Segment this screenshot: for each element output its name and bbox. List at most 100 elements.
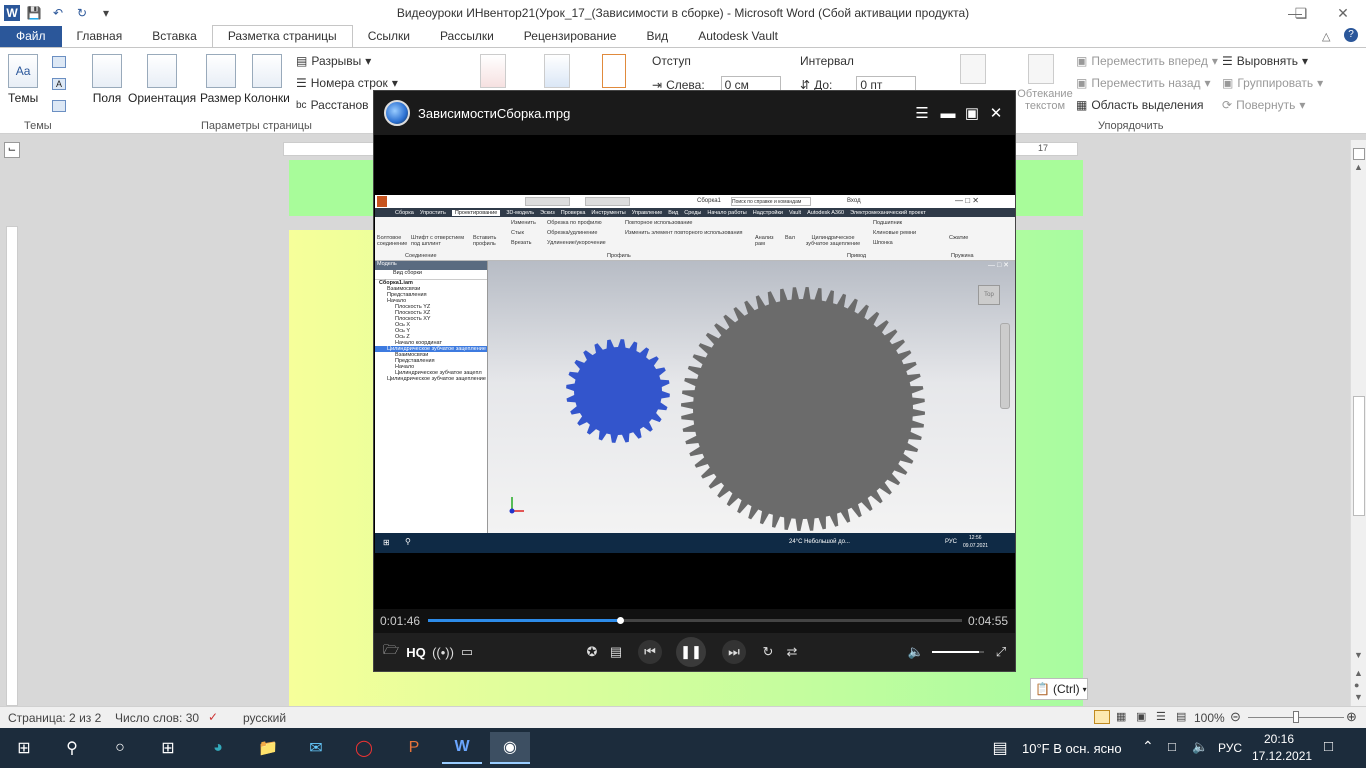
page-borders-icon[interactable]	[602, 54, 626, 88]
mail-icon[interactable]: ✉	[296, 732, 336, 764]
group-button[interactable]: ▣ Группировать ▾	[1222, 76, 1323, 90]
watermark-icon[interactable]	[480, 54, 506, 88]
theme-fonts-icon[interactable]: A	[52, 78, 66, 90]
clock-time[interactable]: 20:16	[1264, 732, 1294, 746]
breaks-button[interactable]: ▤ Разрывы ▾	[296, 54, 371, 68]
spellcheck-icon[interactable]: ✓	[208, 710, 218, 724]
tab-insert[interactable]: Вставка	[137, 26, 212, 47]
web-layout-icon[interactable]: ▣	[1136, 710, 1146, 723]
volume-icon[interactable]: 🔈	[906, 641, 926, 663]
volume-tray-icon[interactable]: 🔈	[1192, 739, 1208, 755]
vertical-scrollbar[interactable]: ▲ ▼ ▲ ● ▼	[1350, 140, 1366, 706]
edge-icon[interactable]: ◕	[198, 732, 238, 764]
bring-forward-button[interactable]: ▣ Переместить вперед ▾	[1076, 54, 1218, 68]
start-icon[interactable]: ⊞	[4, 732, 44, 764]
ruler-toggle-icon[interactable]	[1353, 148, 1365, 160]
shuffle-icon[interactable]: ⇄	[782, 641, 802, 663]
news-icon[interactable]: ▤	[986, 732, 1014, 764]
cortana-icon[interactable]: ○	[100, 732, 140, 764]
previous-button[interactable]: ⏮	[638, 640, 662, 664]
word-taskbar-icon[interactable]: W	[442, 732, 482, 764]
player-maximize-button[interactable]: ▣	[960, 101, 984, 125]
send-backward-button[interactable]: ▣ Переместить назад ▾	[1076, 76, 1211, 90]
tab-page-layout[interactable]: Разметка страницы	[211, 25, 353, 47]
tab-autodesk-vault[interactable]: Autodesk Vault	[683, 26, 793, 47]
columns-button[interactable]: Колонки	[244, 54, 290, 105]
zoom-level[interactable]: 100%	[1194, 711, 1225, 725]
rotate-button[interactable]: ⟳ Повернуть ▾	[1222, 98, 1305, 112]
collapse-ribbon-icon[interactable]: △	[1322, 30, 1330, 43]
file-explorer-icon[interactable]: 📁	[248, 732, 288, 764]
size-button[interactable]: Размер	[200, 54, 241, 105]
next-button[interactable]: ⏭	[722, 640, 746, 664]
outline-icon[interactable]: ☰	[1156, 710, 1166, 723]
seek-handle[interactable]	[617, 617, 625, 624]
tab-mailings[interactable]: Рассылки	[425, 26, 509, 47]
tab-view[interactable]: Вид	[631, 26, 683, 47]
fullscreen-icon[interactable]: ⤢	[992, 641, 1010, 663]
opera-icon[interactable]: ◯	[344, 732, 384, 764]
video-player-window[interactable]: ЗависимостиСборка.mpg ☰ ▬ ▣ ✕ Сборка1 По…	[373, 90, 1016, 672]
tab-file[interactable]: Файл	[0, 26, 62, 47]
margins-button[interactable]: Поля	[92, 54, 122, 105]
input-language[interactable]: РУС	[1218, 741, 1242, 755]
next-page-icon[interactable]: ▼	[1354, 692, 1363, 702]
vertical-ruler[interactable]	[6, 226, 18, 706]
scroll-thumb[interactable]	[1353, 396, 1365, 516]
themes-button[interactable]: Aa Темы	[8, 54, 38, 105]
broadcast-icon[interactable]: ((•))	[432, 641, 454, 663]
repeat-icon[interactable]: ↻	[758, 641, 778, 663]
show-hidden-icons[interactable]: ⌃	[1142, 738, 1154, 755]
position-icon[interactable]	[960, 54, 986, 84]
volume-slider[interactable]	[932, 651, 984, 653]
prev-page-icon[interactable]: ▲	[1354, 668, 1363, 678]
draft-icon[interactable]: ▤	[1176, 710, 1186, 723]
theme-colors-icon[interactable]	[52, 56, 66, 68]
tab-review[interactable]: Рецензирование	[509, 26, 632, 47]
pause-button[interactable]: ❚❚	[676, 637, 706, 667]
word-count[interactable]: Число слов: 30	[115, 711, 199, 725]
hq-button[interactable]: HQ	[404, 641, 428, 663]
settings-icon[interactable]: ✪	[582, 641, 602, 663]
player-titlebar[interactable]: ЗависимостиСборка.mpg ☰ ▬ ▣ ✕	[374, 91, 1015, 135]
language-indicator[interactable]: русский	[243, 711, 286, 725]
zoom-out-icon[interactable]: ⊝	[1230, 709, 1241, 725]
seek-bar[interactable]	[428, 617, 962, 624]
hyphenation-button[interactable]: bc Расстанов	[296, 98, 369, 112]
wrap-text-icon[interactable]	[1028, 54, 1054, 84]
playlist-icon[interactable]: ☰	[910, 101, 934, 125]
weather-text[interactable]: 10°F В осн. ясно	[1022, 741, 1122, 756]
browse-object-icon[interactable]: ●	[1354, 680, 1359, 690]
equalizer-icon[interactable]: ▤	[606, 641, 626, 663]
tab-references[interactable]: Ссылки	[353, 26, 425, 47]
page-color-icon[interactable]	[544, 54, 570, 88]
line-numbers-button[interactable]: ☰ Номера строк ▾	[296, 76, 398, 90]
theme-effects-icon[interactable]	[52, 100, 66, 112]
clock-date[interactable]: 17.12.2021	[1252, 749, 1312, 763]
tab-home[interactable]: Главная	[62, 26, 138, 47]
player-close-button[interactable]: ✕	[984, 101, 1008, 125]
notifications-icon[interactable]: □	[1324, 738, 1333, 755]
task-view-icon[interactable]: ⊞	[148, 732, 188, 764]
screen-icon[interactable]: ▭	[458, 641, 476, 663]
orientation-button[interactable]: Ориентация	[128, 54, 196, 105]
player-taskbar-icon[interactable]: ◉	[490, 732, 530, 764]
align-button[interactable]: ☰ Выровнять ▾	[1222, 54, 1308, 68]
selection-pane-button[interactable]: ▦ Область выделения	[1076, 98, 1204, 112]
scroll-down-icon[interactable]: ▼	[1354, 650, 1363, 660]
page-counter[interactable]: Страница: 2 из 2	[8, 711, 101, 725]
tab-selector-icon[interactable]: ⌙	[4, 142, 20, 158]
powerpoint-icon[interactable]: P	[394, 732, 434, 764]
scroll-up-icon[interactable]: ▲	[1354, 162, 1363, 172]
zoom-in-icon[interactable]: ⊕	[1346, 709, 1357, 725]
player-minimize-button[interactable]: ▬	[936, 101, 960, 125]
open-file-icon[interactable]: 🗁	[382, 641, 400, 663]
wrap-text-button[interactable]: Обтекание текстом	[1016, 88, 1074, 112]
zoom-handle[interactable]	[1293, 711, 1299, 723]
restore-button[interactable]: ❏	[1278, 0, 1324, 26]
help-icon[interactable]: ?	[1344, 28, 1358, 42]
search-icon[interactable]: ⚲	[52, 732, 92, 764]
full-screen-reading-icon[interactable]: ▦	[1116, 710, 1126, 723]
print-layout-icon[interactable]	[1094, 710, 1110, 724]
close-button[interactable]: ✕	[1320, 0, 1366, 26]
